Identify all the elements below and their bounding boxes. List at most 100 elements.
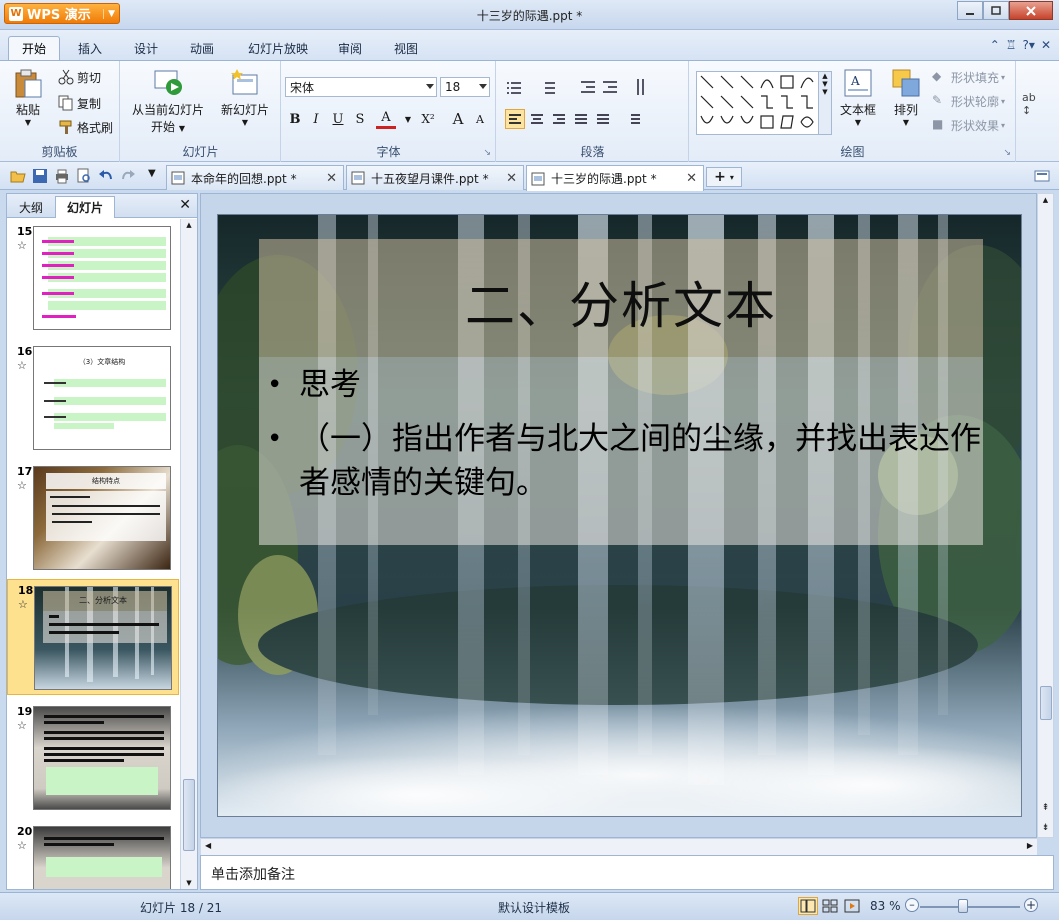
slide-thumbnail-20[interactable]: 20 ☆	[7, 821, 179, 889]
font-name-select[interactable]: 宋体	[285, 77, 437, 97]
scroll-left-icon[interactable]: ◀	[205, 841, 211, 850]
tab-insert[interactable]: 插入	[66, 36, 114, 60]
maximize-button[interactable]	[983, 1, 1009, 20]
ribbon-more-icon[interactable]: ab ↕	[1022, 91, 1036, 117]
tab-view[interactable]: 视图	[382, 36, 430, 60]
shapes-gallery[interactable]	[696, 71, 828, 135]
slide-thumbnail-16[interactable]: 16 ☆ （3）文章结构	[7, 341, 179, 453]
shape-effects-button[interactable]: ■ 形状效果 ▾	[932, 115, 1005, 135]
shape-outline-button[interactable]: ✎ 形状轮廓 ▾	[932, 91, 1005, 111]
bold-button[interactable]: B	[285, 109, 305, 129]
plus-icon: +	[714, 169, 726, 185]
dialog-launcher-icon[interactable]: ↘	[483, 148, 491, 158]
ribbon-close-icon[interactable]: ✕	[1041, 38, 1051, 52]
superscript-button[interactable]: X²	[418, 109, 438, 129]
thumbnail-title: 二、分析文本	[79, 596, 127, 605]
slideshow-button[interactable]	[842, 897, 862, 915]
tab-review[interactable]: 审阅	[326, 36, 374, 60]
slide-thumbnail-19[interactable]: 19 ☆	[7, 701, 179, 813]
next-slide-icon[interactable]: ⇟	[1038, 823, 1053, 833]
tab-animation[interactable]: 动画	[178, 36, 226, 60]
shape-fill-label: 形状填充	[951, 70, 1000, 85]
align-right-icon	[553, 114, 565, 124]
arrange-button[interactable]: 排列 ▼	[890, 67, 922, 127]
notes-field[interactable]: 单击添加备注	[200, 855, 1054, 890]
close-panel-icon[interactable]: ✕	[179, 197, 191, 213]
title-placeholder[interactable]: 二、分析文本	[259, 239, 983, 357]
font-size-select[interactable]: 18	[440, 77, 490, 97]
arrange-icon	[892, 69, 920, 97]
zoom-out-button[interactable]: –	[905, 898, 919, 912]
cut-button[interactable]: 剪切	[58, 67, 101, 87]
zoom-slider-handle[interactable]	[958, 899, 968, 913]
chevron-down-icon[interactable]: ▼	[398, 109, 418, 129]
tab-design[interactable]: 设计	[122, 36, 170, 60]
current-slide[interactable]: 二、分析文本 思考 （一）指出作者与北大之间的尘缘，并找出表达作者感情的关键句。	[217, 214, 1022, 817]
font-name-value: 宋体	[290, 80, 315, 95]
scrollbar-thumb[interactable]	[1040, 686, 1052, 720]
scroll-right-icon[interactable]: ▶	[1027, 841, 1033, 850]
save-icon[interactable]	[32, 168, 48, 184]
undo-icon[interactable]	[98, 168, 114, 184]
tab-outline[interactable]: 大纲	[9, 196, 53, 218]
doc-tab-0[interactable]: 本命年的回想.ppt * ✕	[166, 165, 344, 190]
redo-icon[interactable]	[120, 168, 136, 184]
dialog-launcher-icon[interactable]: ↘	[1003, 148, 1011, 158]
tab-slideshow[interactable]: 幻灯片放映	[238, 36, 318, 60]
close-tab-icon[interactable]: ✕	[506, 171, 517, 186]
slide-thumbnail-17[interactable]: 17 ☆ 结构特点	[7, 461, 179, 573]
align-center-icon	[531, 114, 543, 124]
paste-button[interactable]: 粘贴 ▼	[12, 67, 44, 127]
open-folder-icon[interactable]	[10, 168, 26, 184]
quick-access-dropdown-icon[interactable]: ▼	[148, 168, 156, 179]
tab-list-icon[interactable]	[1034, 168, 1050, 184]
underline-button[interactable]: U	[328, 109, 348, 129]
slide-thumbnail-18[interactable]: 18 ☆ 二、分析文本	[7, 579, 179, 695]
skin-icon[interactable]: ♖	[1006, 38, 1017, 52]
close-tab-icon[interactable]: ✕	[686, 171, 697, 186]
slide-vertical-scrollbar[interactable]: ▲ ⇞ ⇟	[1037, 193, 1054, 838]
tab-slides[interactable]: 幻灯片	[55, 196, 115, 218]
tab-home[interactable]: 开始	[8, 36, 60, 60]
slide-thumbnail-15[interactable]: 15 ☆	[7, 221, 179, 333]
shrink-font-button[interactable]: A	[470, 109, 490, 129]
shapes-gallery-scroll[interactable]: ▲ ▼ ▼	[818, 71, 832, 135]
play-from-current-button[interactable]: 从当前幻灯片 开始 ▼	[129, 67, 207, 135]
shadow-button[interactable]: S	[350, 109, 370, 129]
format-painter-button[interactable]: 格式刷	[58, 117, 113, 137]
scroll-down-icon[interactable]: ▼	[181, 879, 197, 887]
previous-slide-icon[interactable]: ⇞	[1038, 803, 1053, 813]
thumbnail-number: 20	[17, 825, 33, 838]
new-tab-button[interactable]: + ▾	[706, 167, 742, 187]
minimize-button[interactable]	[957, 1, 983, 20]
print-icon[interactable]	[54, 168, 70, 184]
content-placeholder[interactable]: 思考 （一）指出作者与北大之间的尘缘，并找出表达作者感情的关键句。	[259, 357, 983, 545]
scroll-up-icon[interactable]: ▲	[181, 221, 197, 229]
textbox-button[interactable]: A 文本框 ▼	[840, 67, 876, 127]
new-slide-button[interactable]: 新幻灯片 ▼	[215, 67, 275, 127]
chevron-down-icon	[426, 84, 434, 89]
zoom-slider[interactable]	[920, 906, 1020, 908]
copy-button[interactable]: 复制	[58, 93, 101, 113]
help-icon[interactable]: ?▾	[1023, 38, 1035, 52]
doc-tab-2[interactable]: 十三岁的际遇.ppt * ✕	[526, 165, 704, 191]
print-preview-icon[interactable]	[76, 168, 92, 184]
align-left-button[interactable]	[505, 109, 525, 129]
close-window-button[interactable]	[1009, 1, 1053, 20]
italic-button[interactable]: I	[306, 109, 326, 129]
thumbnail-scrollbar[interactable]: ▲ ▼	[180, 219, 197, 889]
slide-horizontal-scrollbar[interactable]: ◀ ▶	[201, 838, 1037, 855]
normal-view-button[interactable]	[798, 897, 818, 915]
scroll-up-icon[interactable]: ▲	[1038, 196, 1053, 204]
grow-font-button[interactable]: A	[448, 109, 468, 129]
slide-sorter-button[interactable]	[820, 897, 840, 915]
chevron-down-icon	[479, 84, 487, 89]
doc-tab-1[interactable]: 十五夜望月课件.ppt * ✕	[346, 165, 524, 190]
scrollbar-thumb[interactable]	[183, 779, 195, 851]
collapse-ribbon-icon[interactable]: ⌃	[990, 38, 1000, 52]
zoom-in-button[interactable]: +	[1024, 898, 1038, 912]
close-tab-icon[interactable]: ✕	[326, 171, 337, 186]
shape-fill-button[interactable]: ◆ 形状填充 ▾	[932, 67, 1005, 87]
paint-bucket-icon: ◆	[932, 69, 942, 83]
font-color-button[interactable]: A	[376, 109, 396, 129]
